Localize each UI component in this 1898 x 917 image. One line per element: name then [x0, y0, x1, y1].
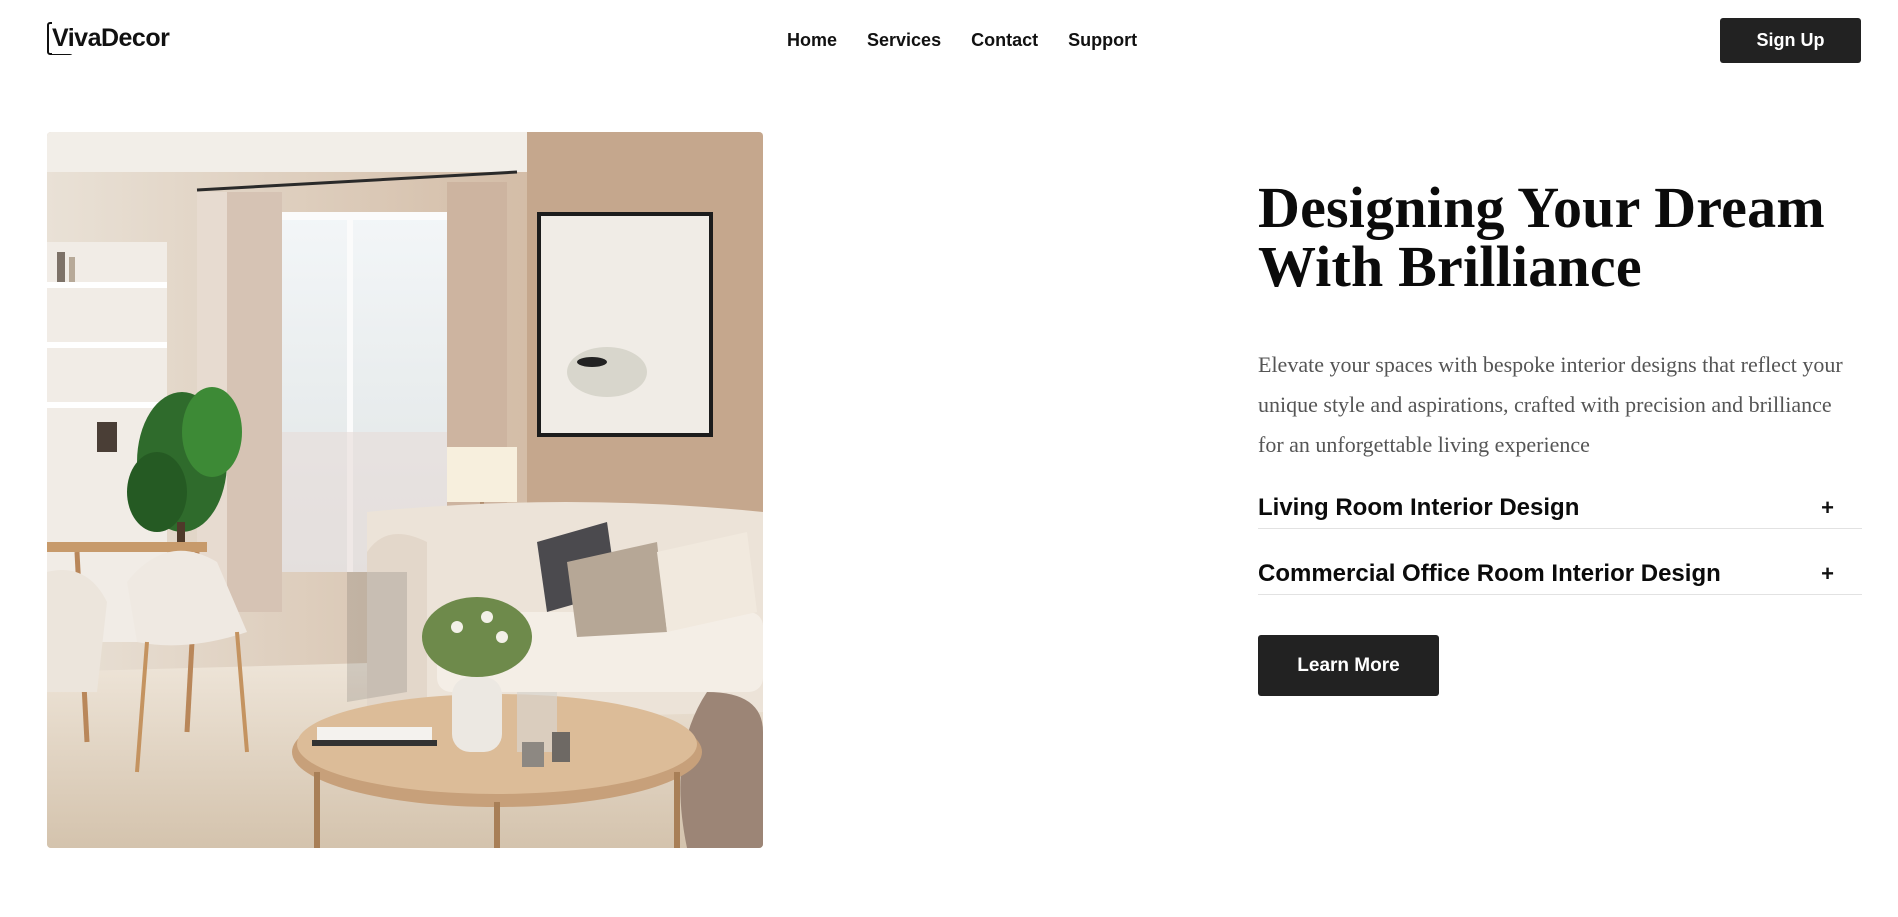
accordion-living-room[interactable]: Living Room Interior Design +: [1258, 489, 1862, 529]
nav-support-link[interactable]: Support: [1068, 28, 1137, 52]
accordion-commercial-office[interactable]: Commercial Office Room Interior Design +: [1258, 555, 1862, 595]
hero-description: Elevate your spaces with bespoke interio…: [1258, 352, 1843, 457]
hero-content: Designing Your Dream With Brilliance Ele…: [1258, 178, 1862, 696]
accordion-label: Commercial Office Room Interior Design: [1258, 560, 1721, 587]
nav-contact-link[interactable]: Contact: [971, 28, 1038, 52]
site-header: VivaDecor Home Services Contact Support …: [0, 0, 1898, 80]
sign-up-button[interactable]: Sign Up: [1720, 18, 1861, 63]
learn-more-button[interactable]: Learn More: [1258, 635, 1439, 696]
hero-title: Designing Your Dream With Brilliance: [1258, 178, 1862, 296]
living-room-illustration: [47, 132, 763, 848]
plus-icon[interactable]: +: [1821, 494, 1834, 522]
logo-text: VivaDecor: [52, 22, 171, 54]
main-nav: Home Services Contact Support: [787, 28, 1167, 52]
hero-title-line-1: Designing Your Dream: [1258, 175, 1825, 240]
nav-services-link[interactable]: Services: [867, 28, 941, 52]
logo[interactable]: VivaDecor: [47, 22, 171, 55]
accordion-label: Living Room Interior Design: [1258, 494, 1580, 521]
hero-title-line-2: With Brilliance: [1258, 234, 1642, 299]
nav-home-link[interactable]: Home: [787, 28, 837, 52]
plus-icon[interactable]: +: [1821, 560, 1834, 588]
hero-image-living-room: [47, 132, 763, 848]
